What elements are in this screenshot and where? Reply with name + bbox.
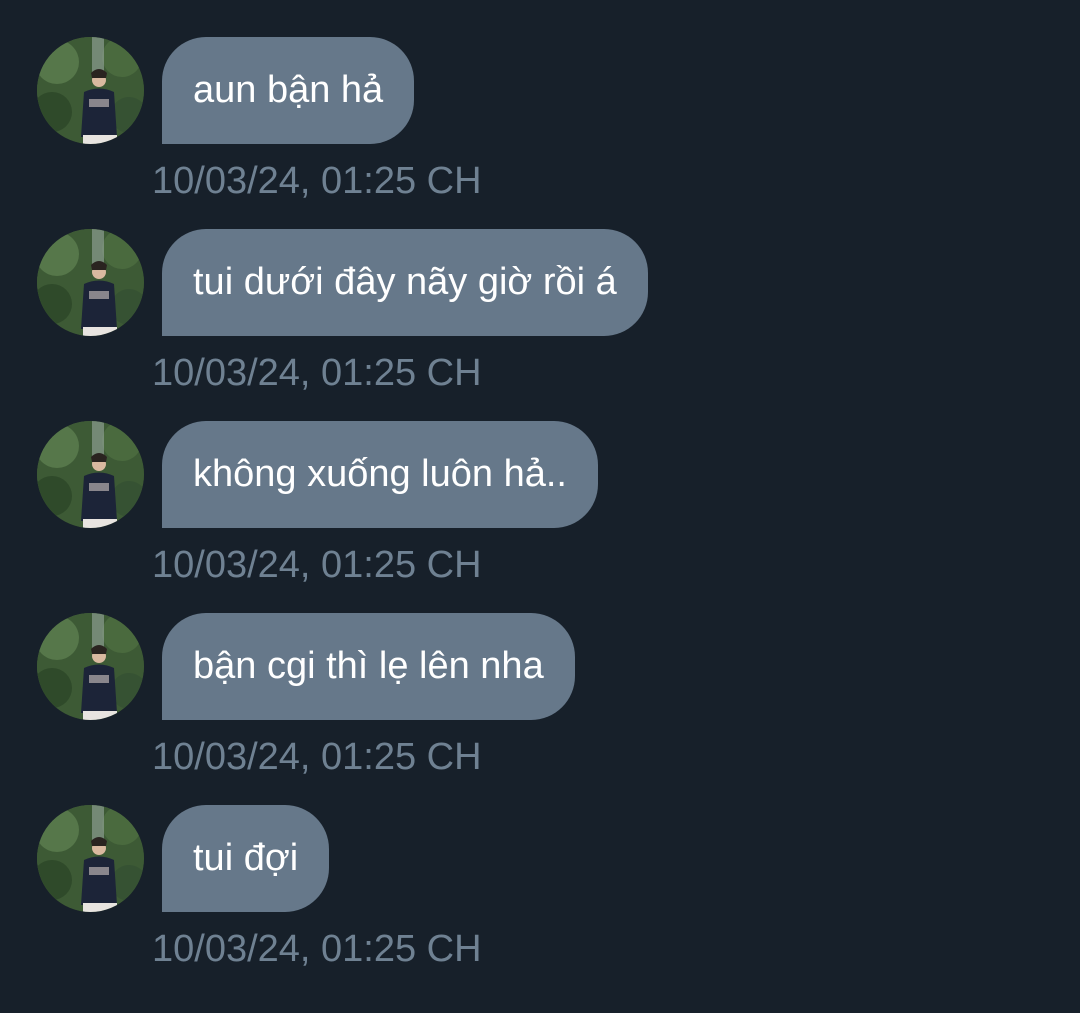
message-row: tui đợi 10/03/24, 01:25 CH (0, 768, 1080, 970)
sender-avatar[interactable] (37, 229, 144, 336)
message-row: không xuống luôn hả.. 10/03/24, 01:25 CH (0, 384, 1080, 586)
message-bubble[interactable]: không xuống luôn hả.. (162, 421, 598, 528)
avatar-photo-icon (37, 613, 144, 720)
sender-avatar[interactable] (37, 805, 144, 912)
message-row: tui dưới đây nãy giờ rồi á 10/03/24, 01:… (0, 192, 1080, 394)
message-bubble[interactable]: tui đợi (162, 805, 330, 912)
message-bubble[interactable]: aun bận hả (162, 37, 415, 144)
avatar-photo-icon (37, 37, 144, 144)
message-row: aun bận hả 10/03/24, 01:25 CH (0, 0, 1080, 202)
message-bubble[interactable]: bận cgi thì lẹ lên nha (162, 613, 575, 720)
avatar-photo-icon (37, 805, 144, 912)
message-thread: aun bận hả 10/03/24, 01:25 CH tui dưới đ… (0, 0, 1080, 1013)
sender-avatar[interactable] (37, 613, 144, 720)
message-bubble[interactable]: tui dưới đây nãy giờ rồi á (162, 229, 648, 336)
message-timestamp: 10/03/24, 01:25 CH (152, 928, 482, 970)
avatar-photo-icon (37, 229, 144, 336)
sender-avatar[interactable] (37, 37, 144, 144)
message-row: bận cgi thì lẹ lên nha 10/03/24, 01:25 C… (0, 576, 1080, 778)
avatar-photo-icon (37, 421, 144, 528)
sender-avatar[interactable] (37, 421, 144, 528)
